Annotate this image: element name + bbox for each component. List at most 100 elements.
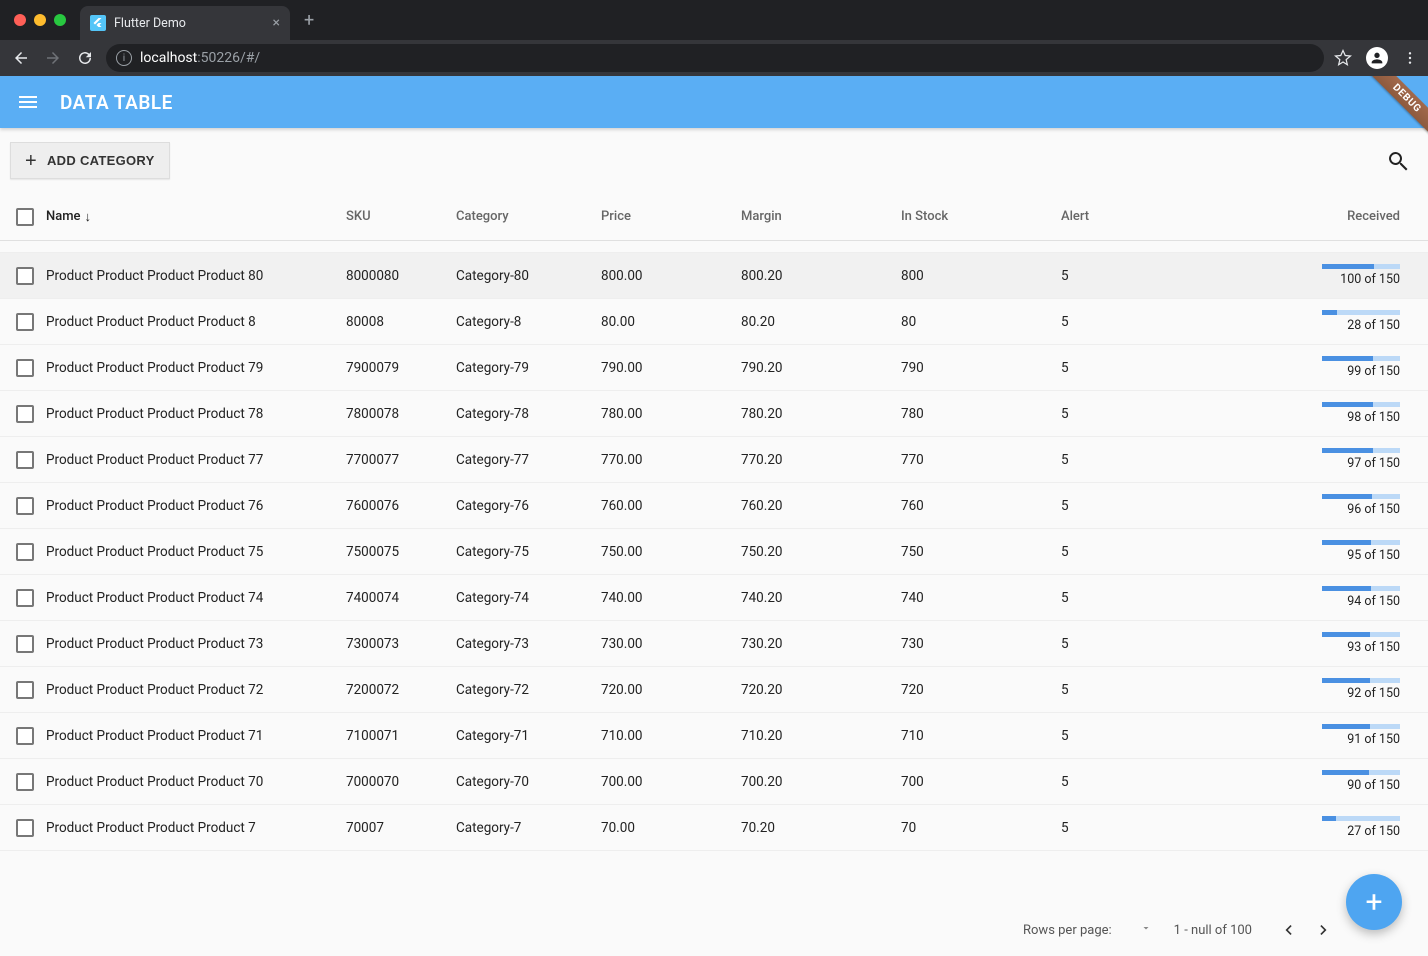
- row-checkbox[interactable]: [16, 543, 34, 561]
- table-row[interactable]: Product Product Product Product 81810008…: [0, 241, 1428, 253]
- cell-in-stock: 760: [895, 498, 1055, 514]
- table-body[interactable]: Product Product Product Product 81810008…: [0, 241, 1428, 955]
- column-header-sku[interactable]: SKU: [340, 209, 450, 224]
- cell-sku: 7200072: [340, 682, 450, 698]
- row-checkbox[interactable]: [16, 635, 34, 653]
- received-text: 90 of 150: [1347, 778, 1400, 793]
- cell-alert: 5: [1055, 820, 1175, 836]
- table-row[interactable]: Product Product Product Product 78780007…: [0, 391, 1428, 437]
- new-tab-button[interactable]: +: [298, 10, 320, 31]
- row-checkbox[interactable]: [16, 773, 34, 791]
- add-category-button[interactable]: + ADD CATEGORY: [10, 142, 170, 179]
- data-table: Name ↓ SKU Category Price Margin In Stoc…: [0, 193, 1428, 955]
- cell-in-stock: 80: [895, 314, 1055, 330]
- profile-avatar-icon[interactable]: [1366, 47, 1388, 69]
- window-maximize-button[interactable]: [54, 14, 66, 26]
- browser-menu-icon[interactable]: [1402, 50, 1418, 66]
- progress-bar: [1322, 264, 1400, 269]
- cell-received: 97 of 150: [1175, 448, 1406, 471]
- cell-received: 98 of 150: [1175, 402, 1406, 425]
- table-row[interactable]: Product Product Product Product 75750007…: [0, 529, 1428, 575]
- received-text: 94 of 150: [1347, 594, 1400, 609]
- progress-bar: [1322, 448, 1400, 453]
- table-row[interactable]: Product Product Product Product 77770007…: [0, 437, 1428, 483]
- tab-close-icon[interactable]: ×: [273, 15, 280, 31]
- forward-button[interactable]: [42, 47, 64, 69]
- row-checkbox[interactable]: [16, 727, 34, 745]
- browser-tab[interactable]: Flutter Demo ×: [80, 6, 290, 40]
- row-checkbox[interactable]: [16, 359, 34, 377]
- row-checkbox[interactable]: [16, 313, 34, 331]
- site-info-icon[interactable]: i: [116, 50, 132, 66]
- column-header-alert[interactable]: Alert: [1055, 209, 1175, 224]
- next-page-button[interactable]: [1310, 916, 1338, 944]
- cell-name: Product Product Product Product 73: [40, 636, 340, 652]
- row-checkbox[interactable]: [16, 451, 34, 469]
- address-bar[interactable]: i localhost:50226/#/: [106, 44, 1324, 72]
- cell-margin: 80.20: [735, 314, 895, 330]
- received-text: 91 of 150: [1347, 732, 1400, 747]
- cell-in-stock: 70: [895, 820, 1055, 836]
- column-header-in-stock[interactable]: In Stock: [895, 209, 1055, 224]
- cell-name: Product Product Product Product 71: [40, 728, 340, 744]
- cell-name: Product Product Product Product 72: [40, 682, 340, 698]
- row-checkbox[interactable]: [16, 681, 34, 699]
- cell-received: 27 of 150: [1175, 816, 1406, 839]
- pagination-range: 1 - null of 100: [1174, 923, 1252, 938]
- table-row[interactable]: Product Product Product Product 73730007…: [0, 621, 1428, 667]
- window-close-button[interactable]: [14, 14, 26, 26]
- cell-price: 790.00: [595, 360, 735, 376]
- cell-in-stock: 700: [895, 774, 1055, 790]
- cell-margin: 750.20: [735, 544, 895, 560]
- reload-button[interactable]: [74, 47, 96, 69]
- cell-alert: 5: [1055, 314, 1175, 330]
- column-header-margin[interactable]: Margin: [735, 209, 895, 224]
- bookmark-star-icon[interactable]: [1334, 49, 1352, 67]
- search-icon[interactable]: [1386, 149, 1410, 173]
- row-checkbox[interactable]: [16, 267, 34, 285]
- cell-sku: 7000070: [340, 774, 450, 790]
- cell-received: 90 of 150: [1175, 770, 1406, 793]
- tab-strip: Flutter Demo × +: [0, 0, 1428, 40]
- column-header-price[interactable]: Price: [595, 209, 735, 224]
- cell-in-stock: 800: [895, 268, 1055, 284]
- table-row[interactable]: Product Product Product Product 74740007…: [0, 575, 1428, 621]
- column-header-name[interactable]: Name ↓: [40, 209, 340, 225]
- cell-name: Product Product Product Product 80: [40, 268, 340, 284]
- back-button[interactable]: [10, 47, 32, 69]
- previous-page-button[interactable]: [1274, 916, 1302, 944]
- pagination-footer: Rows per page: 1 - null of 100: [0, 904, 1428, 956]
- row-checkbox[interactable]: [16, 819, 34, 837]
- column-header-category[interactable]: Category: [450, 209, 595, 224]
- table-row[interactable]: Product Product Product Product 71710007…: [0, 713, 1428, 759]
- table-row[interactable]: Product Product Product Product 72720007…: [0, 667, 1428, 713]
- row-checkbox[interactable]: [16, 497, 34, 515]
- flutter-favicon-icon: [90, 15, 106, 31]
- table-row[interactable]: Product Product Product Product 76760007…: [0, 483, 1428, 529]
- select-all-checkbox[interactable]: [16, 208, 34, 226]
- cell-name: Product Product Product Product 79: [40, 360, 340, 376]
- cell-category: Category-7: [450, 820, 595, 836]
- cell-sku: 7300073: [340, 636, 450, 652]
- fab-add-button[interactable]: +: [1346, 874, 1402, 930]
- cell-margin: 800.20: [735, 268, 895, 284]
- progress-bar: [1322, 724, 1400, 729]
- column-header-received[interactable]: Received: [1175, 209, 1406, 224]
- cell-received: 94 of 150: [1175, 586, 1406, 609]
- cell-in-stock: 730: [895, 636, 1055, 652]
- row-checkbox[interactable]: [16, 405, 34, 423]
- table-row[interactable]: Product Product Product Product 770007Ca…: [0, 805, 1428, 851]
- rows-per-page-dropdown[interactable]: [1140, 922, 1152, 938]
- cell-name: Product Product Product Product 76: [40, 498, 340, 514]
- cell-received: 99 of 150: [1175, 356, 1406, 379]
- table-row[interactable]: Product Product Product Product 80800008…: [0, 253, 1428, 299]
- progress-bar: [1322, 356, 1400, 361]
- table-row[interactable]: Product Product Product Product 880008Ca…: [0, 299, 1428, 345]
- cell-received: 95 of 150: [1175, 540, 1406, 563]
- window-minimize-button[interactable]: [34, 14, 46, 26]
- table-row[interactable]: Product Product Product Product 79790007…: [0, 345, 1428, 391]
- menu-hamburger-icon[interactable]: [16, 90, 40, 114]
- cell-sku: 7400074: [340, 590, 450, 606]
- row-checkbox[interactable]: [16, 589, 34, 607]
- table-row[interactable]: Product Product Product Product 70700007…: [0, 759, 1428, 805]
